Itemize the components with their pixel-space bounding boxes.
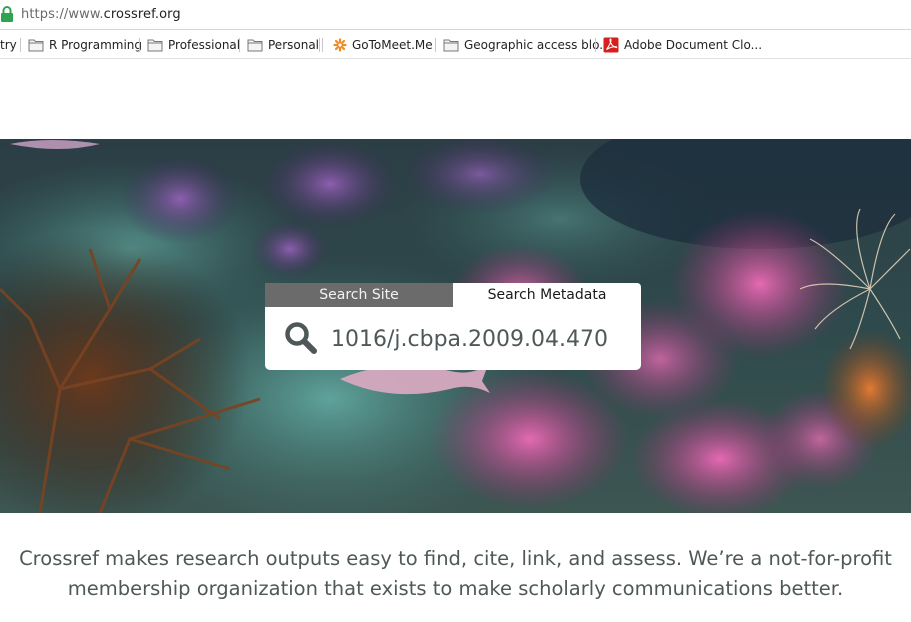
search-icon[interactable] — [284, 321, 318, 355]
tagline-line-1: Crossref makes research outputs easy to … — [19, 547, 892, 570]
folder-icon — [28, 39, 44, 51]
bookmark-label: Geographic access blo... — [464, 37, 611, 52]
bookmark-folder-professional[interactable]: Professional — [147, 30, 240, 59]
bookmark-label: try — [0, 37, 17, 52]
bookmark-item[interactable]: try — [0, 30, 17, 59]
bookmark-separator — [322, 38, 323, 52]
bookmark-label: GoToMeet.Me — [352, 37, 433, 52]
tagline: Crossref makes research outputs easy to … — [0, 544, 911, 604]
bookmark-label: Adobe Document Clo... — [624, 37, 763, 52]
folder-icon — [247, 39, 263, 51]
bookmark-folder-geographic[interactable]: Geographic access blo... — [443, 30, 611, 59]
bookmark-gotomeeting[interactable]: GoToMeet.Me — [333, 30, 433, 59]
tab-search-site[interactable]: Search Site — [265, 283, 453, 307]
bookmark-folder-r-programming[interactable]: R Programming — [28, 30, 142, 59]
bookmark-separator — [20, 38, 21, 52]
bookmarks-bar: try R Programming Professional Personal — [0, 30, 911, 59]
bookmark-adobe[interactable]: Adobe Document Clo... — [603, 30, 762, 59]
url-scheme: https://www. — [21, 7, 104, 22]
url-text[interactable]: https://www.crossref.org — [21, 7, 181, 22]
bookmark-separator — [239, 38, 240, 52]
bookmark-label: Professional — [168, 37, 241, 52]
folder-icon — [147, 39, 163, 51]
lock-icon — [1, 6, 13, 22]
tab-search-metadata[interactable]: Search Metadata — [453, 283, 641, 307]
bookmark-label: Personal — [268, 37, 320, 52]
gotomeeting-icon — [333, 37, 347, 52]
search-tabs: Search Site Search Metadata — [265, 283, 641, 307]
bookmark-label: R Programming — [49, 37, 143, 52]
tagline-line-2: membership organization that exists to m… — [67, 577, 844, 600]
bookmark-separator — [319, 38, 320, 52]
bookmark-separator — [139, 38, 140, 52]
address-bar[interactable]: https://www.crossref.org — [0, 0, 911, 30]
bookmark-separator — [435, 38, 436, 52]
search-box — [265, 307, 641, 370]
adobe-pdf-icon — [603, 37, 619, 52]
url-host: crossref.org — [103, 7, 181, 22]
folder-icon — [443, 39, 459, 51]
search-input[interactable] — [331, 321, 627, 357]
bookmark-folder-personal[interactable]: Personal — [247, 30, 319, 59]
bookmark-separator — [595, 38, 596, 52]
